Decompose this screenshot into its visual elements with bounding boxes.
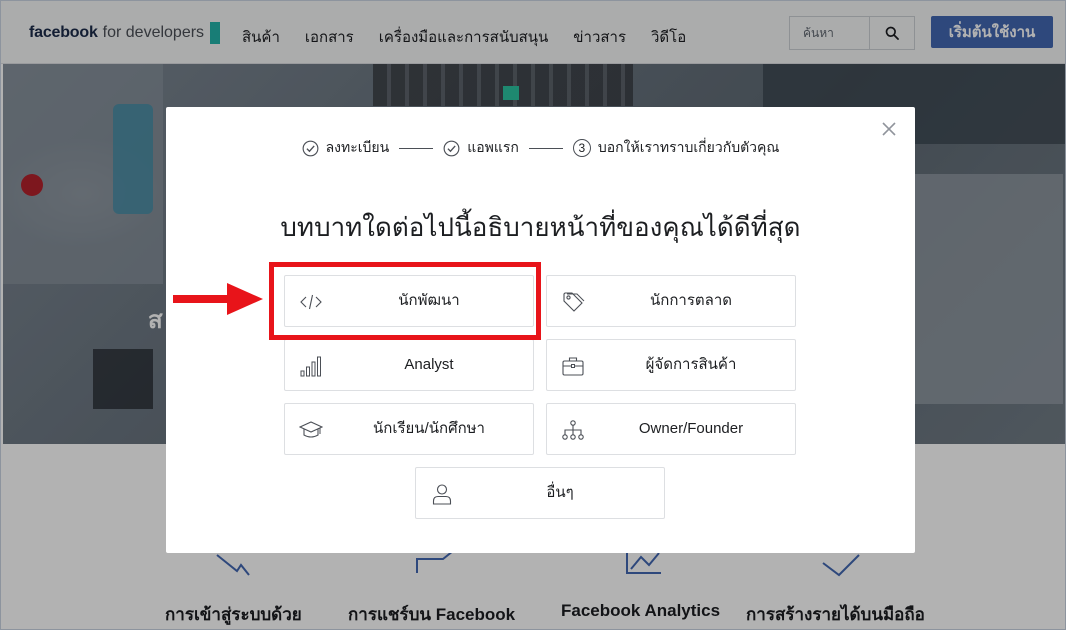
annotation-arrow-icon <box>173 283 263 315</box>
role-marketer-button[interactable]: นักการตลาด <box>546 275 796 327</box>
role-label: Owner/Founder <box>638 420 744 437</box>
graduation-cap-icon <box>299 421 323 438</box>
step-label: ลงทะเบียน <box>325 139 390 155</box>
step-label: แอพแรก <box>467 139 519 155</box>
role-owner-founder-button[interactable]: Owner/Founder <box>546 403 796 455</box>
role-label: นักการตลาด <box>650 292 732 309</box>
page-frame: facebook for developers สินค้า เอกสาร เค… <box>0 0 1066 630</box>
step-number: 3 <box>572 139 591 157</box>
progress-steps: ลงทะเบียน แอพแรก 3 บอกให้เราทราบเกี่ยวกั… <box>166 137 915 159</box>
close-icon[interactable] <box>882 122 896 136</box>
role-label: นักพัฒนา <box>398 292 460 309</box>
role-other-button[interactable]: อื่นๆ <box>415 467 665 519</box>
role-developer-button[interactable]: นักพัฒนา <box>284 275 534 327</box>
role-student-button[interactable]: นักเรียน/นักศึกษา <box>284 403 534 455</box>
step-divider <box>528 147 563 149</box>
role-label: อื่นๆ <box>546 484 574 501</box>
tag-icon <box>563 292 585 312</box>
code-icon <box>300 294 322 310</box>
role-analyst-button[interactable]: Analyst <box>284 339 534 391</box>
step-about-you: 3 บอกให้เราทราบเกี่ยวกับตัวคุณ <box>572 137 780 159</box>
role-label: Analyst <box>404 356 454 373</box>
check-circle-icon <box>302 140 319 156</box>
dialog-heading: บทบาทใดต่อไปนี้อธิบายหน้าที่ของคุณได้ดีท… <box>280 212 801 242</box>
bar-chart-icon <box>300 356 321 377</box>
step-label: บอกให้เราทราบเกี่ยวกับตัวคุณ <box>597 139 780 155</box>
step-divider <box>399 147 434 149</box>
role-selection-dialog: ลงทะเบียน แอพแรก 3 บอกให้เราทราบเกี่ยวกั… <box>166 107 915 553</box>
step-register: ลงทะเบียน <box>302 137 390 159</box>
briefcase-icon <box>562 357 584 376</box>
role-label: นักเรียน/นักศึกษา <box>373 420 485 437</box>
role-label: ผู้จัดการสินค้า <box>645 356 737 373</box>
check-circle-icon <box>443 140 460 156</box>
step-first-app: แอพแรก <box>443 137 519 159</box>
person-icon <box>432 484 452 505</box>
org-chart-icon <box>562 420 584 440</box>
role-product-manager-button[interactable]: ผู้จัดการสินค้า <box>546 339 796 391</box>
